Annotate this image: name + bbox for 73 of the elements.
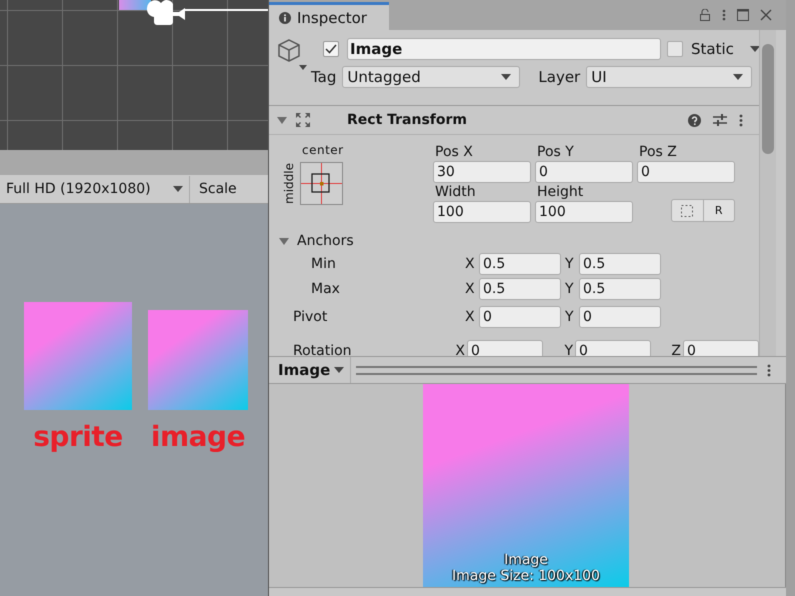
field-label: Pos Z	[638, 143, 678, 161]
axis-label: X	[454, 342, 465, 356]
axis-label: Y	[563, 342, 573, 356]
caret-icon	[733, 74, 744, 80]
static-label: Static	[691, 40, 734, 58]
number-field[interactable]: 0	[637, 161, 735, 183]
dashed-square-icon	[681, 204, 694, 216]
number-field[interactable]: 0	[479, 306, 561, 328]
static-checkbox[interactable]	[667, 41, 683, 57]
number-field[interactable]: 0	[535, 161, 633, 183]
number-field[interactable]: 0	[575, 340, 651, 356]
presets-icon[interactable]	[713, 114, 727, 126]
number-field[interactable]: 0	[467, 340, 543, 356]
gradient-sprite	[119, 0, 151, 10]
inspector-tab[interactable]: Inspector	[269, 2, 389, 30]
more-icon[interactable]	[722, 9, 726, 21]
caret-icon	[334, 367, 344, 373]
number-field[interactable]: 0.5	[579, 252, 661, 274]
caret-icon[interactable]	[750, 46, 759, 52]
preview-dropdown[interactable]: Image	[269, 357, 352, 383]
tag-dropdown[interactable]: Untagged	[342, 66, 520, 88]
active-checkbox[interactable]	[323, 41, 339, 57]
number-field[interactable]: 0	[579, 306, 661, 328]
axis-label: X	[465, 256, 476, 272]
rect-transform-icon	[295, 112, 311, 128]
number-field[interactable]: 30	[433, 161, 531, 183]
scrollbar[interactable]	[759, 30, 776, 356]
number-field[interactable]: 100	[535, 201, 633, 223]
field-label: Width	[434, 183, 477, 201]
section-label: Anchors	[297, 233, 354, 249]
name-field[interactable]: Image	[347, 38, 661, 60]
resolution-dropdown[interactable]: Full HD (1920x1080)	[0, 176, 190, 202]
axis-label: Z	[670, 342, 681, 356]
image-label: image	[150, 420, 246, 453]
image-name: Image	[503, 552, 549, 568]
number-field[interactable]: 0.5	[479, 252, 561, 274]
image-size: Image Size: 100x100	[451, 568, 601, 584]
raw-edit-button[interactable]: R	[704, 199, 735, 222]
number-field[interactable]: 100	[433, 201, 531, 223]
caret-icon	[501, 74, 512, 80]
component-title: Rect Transform	[347, 112, 468, 128]
layer-dropdown[interactable]: UI	[586, 66, 752, 88]
field-label: Pos X	[434, 143, 474, 161]
image-label: sprite	[33, 420, 123, 453]
number-field[interactable]: 0	[683, 340, 759, 356]
axis-label: X	[465, 308, 476, 324]
field-label: Height	[536, 183, 584, 201]
maximize-icon[interactable]	[737, 9, 749, 21]
field-label: Pos Y	[536, 143, 575, 161]
field-label: Rotation	[292, 342, 353, 356]
anchor-label: center	[301, 143, 345, 157]
scale-label: Scale	[198, 181, 237, 197]
anchor-preset-button[interactable]	[300, 162, 343, 205]
more-icon[interactable]	[739, 114, 743, 126]
info-icon	[279, 12, 291, 24]
blueprint-mode-button[interactable]	[671, 199, 704, 222]
axis-label: Y	[565, 280, 575, 296]
number-field[interactable]: 0.5	[479, 278, 561, 300]
help-icon[interactable]	[688, 114, 701, 126]
axis-label: Y	[565, 308, 575, 324]
lock-icon[interactable]	[699, 9, 711, 21]
layer-label: Layer	[538, 68, 580, 86]
close-icon[interactable]	[760, 9, 772, 21]
field-label: Pivot	[292, 308, 328, 324]
axis-label: Y	[565, 256, 575, 272]
caret-icon	[173, 186, 183, 192]
field-label: Min	[310, 256, 337, 272]
anchor-label: middle	[283, 163, 295, 204]
axis-label: X	[465, 280, 476, 296]
field-label: Max	[310, 280, 341, 296]
tag-label: Tag	[311, 68, 336, 86]
resize-handle[interactable]	[356, 366, 757, 374]
number-field[interactable]: 0.5	[579, 278, 661, 300]
